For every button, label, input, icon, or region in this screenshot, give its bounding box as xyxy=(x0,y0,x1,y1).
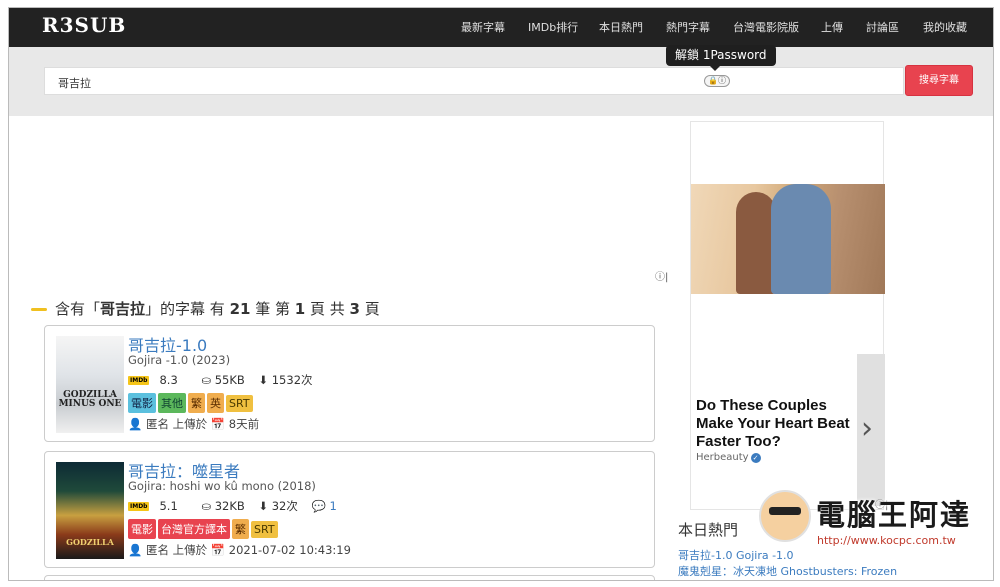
movie-poster[interactable]: GODZILLA MINUS ONE xyxy=(56,336,124,433)
nav-imdb-ranking[interactable]: IMDb排行 xyxy=(528,19,578,35)
subtitle-result-card: GODZILLA 哥吉拉：噬星者 Gojira: hoshi wo kû mon… xyxy=(44,451,655,568)
ad-headline[interactable]: Do These Couples Make Your Heart Beat Fa… xyxy=(696,397,856,451)
ad-choices-icon[interactable]: ⓘ| xyxy=(655,268,668,283)
heading-unit: 筆 第 xyxy=(250,300,295,318)
top-navbar: R3SUB 最新字幕 IMDb排行 本日熱門 熱門字幕 台灣電影院版 上傳 討論… xyxy=(9,8,993,47)
sidebar-ad[interactable]: Do These Couples Make Your Heart Beat Fa… xyxy=(690,121,885,510)
heading-suffix: 頁 xyxy=(359,300,380,318)
heading-accent-bar xyxy=(31,308,47,311)
tag-format[interactable]: SRT xyxy=(226,395,253,412)
verified-check-icon: ✓ xyxy=(750,453,761,463)
search-subtitles-button[interactable]: 搜尋字幕 xyxy=(905,65,973,96)
imdb-icon: IMDb xyxy=(128,376,150,385)
tag-lang-trad[interactable]: 繁 xyxy=(188,393,205,413)
tag-source[interactable]: 其他 xyxy=(158,393,186,413)
subtitle-tags: 電影 其他繁英 SRT xyxy=(128,392,255,413)
nav-popular-subtitles[interactable]: 熱門字幕 xyxy=(666,19,710,35)
ad-image[interactable] xyxy=(691,184,885,294)
nav-taiwan-cinema[interactable]: 台灣電影院版 xyxy=(733,19,799,35)
chevron-right-icon: › xyxy=(861,411,873,446)
heading-prefix: 含有「 xyxy=(55,300,101,318)
rating-value: 8.3 xyxy=(159,373,178,387)
nav-forum[interactable]: 討論區 xyxy=(866,19,899,35)
subtitle-meta: IMDb 8.3 ⛀ 55KB ⬇ 1532次 xyxy=(128,372,323,388)
tag-source[interactable]: 台灣官方譯本 xyxy=(158,519,230,539)
heading-page: 1 xyxy=(294,300,306,318)
site-logo[interactable]: R3SUB xyxy=(42,13,126,37)
subtitle-tags: 電影 台灣官方譯本繁 SRT xyxy=(128,518,280,539)
rating-value: 5.1 xyxy=(159,499,178,513)
ad-next-button[interactable]: › xyxy=(857,354,885,506)
nav-my-favorites[interactable]: 我的收藏 xyxy=(923,19,967,35)
password-manager-icon[interactable]: 🔒ⓘ xyxy=(704,75,730,87)
hot-item-link[interactable]: 魔鬼剋星：冰天凍地 Ghostbusters: Frozen xyxy=(678,563,897,579)
movie-poster[interactable]: GODZILLA xyxy=(56,462,124,559)
heading-count: 21 xyxy=(229,300,251,318)
file-size: ⛀ 32KB xyxy=(201,499,245,513)
nav-today-hot[interactable]: 本日熱門 xyxy=(599,19,643,35)
tag-type[interactable]: 電影 xyxy=(128,519,156,539)
nav-latest-subtitles[interactable]: 最新字幕 xyxy=(461,19,505,35)
download-count: ⬇ 32次 xyxy=(258,499,298,513)
original-title: Gojira -1.0 (2023) xyxy=(128,353,231,367)
tag-format[interactable]: SRT xyxy=(251,521,278,538)
search-input[interactable]: 哥吉拉 xyxy=(44,67,904,95)
heading-total-pages: 3 xyxy=(349,300,360,318)
subtitle-result-card: GODZILLA MINUS ONE 哥吉拉-1.0 Gojira -1.0 (… xyxy=(44,325,655,442)
today-hot-heading: 本日熱門 xyxy=(678,521,739,539)
upload-info: 👤 匿名 上傳於 📅 8天前 xyxy=(128,417,260,431)
ad-image-figure xyxy=(771,184,831,294)
tag-lang-en[interactable]: 英 xyxy=(207,393,224,413)
imdb-rating: IMDb 5.1 xyxy=(128,499,188,513)
heading-mid: 」的字幕 有 xyxy=(145,300,230,318)
tag-type[interactable]: 電影 xyxy=(128,393,156,413)
heading-page-sep: 頁 共 xyxy=(305,300,350,318)
heading-query: 哥吉拉 xyxy=(100,300,146,318)
upload-info: 👤 匿名 上傳於 📅 2021-07-02 10:43:19 xyxy=(128,543,351,557)
watermark-mascot-icon xyxy=(759,490,811,542)
nav-upload[interactable]: 上傳 xyxy=(821,19,843,35)
watermark-url: http://www.kocpc.com.tw xyxy=(817,534,956,547)
download-count: ⬇ 1532次 xyxy=(258,373,313,387)
ad-source-name: Herbeauty xyxy=(696,452,749,463)
watermark-text: 電腦王阿達 xyxy=(816,498,972,532)
password-manager-tooltip: 解鎖 1Password xyxy=(666,45,776,71)
browser-viewport: R3SUB 最新字幕 IMDb排行 本日熱門 熱門字幕 台灣電影院版 上傳 討論… xyxy=(8,7,994,581)
ad-source: Herbeauty ✓ xyxy=(696,452,761,463)
search-section: 哥吉拉 🔒ⓘ 搜尋字幕 xyxy=(9,47,993,116)
imdb-icon: IMDb xyxy=(128,502,150,511)
comment-count[interactable]: 💬 1 xyxy=(312,499,337,513)
tag-lang-trad[interactable]: 繁 xyxy=(232,519,249,539)
results-heading: 含有「哥吉拉」的字幕 有 21 筆 第 1 頁 共 3 頁 xyxy=(31,298,380,319)
ad-image-figure xyxy=(736,192,776,294)
subtitle-meta: IMDb 5.1 ⛀ 32KB ⬇ 32次 💬 1 xyxy=(128,498,347,514)
poster-title: GODZILLA MINUS ONE xyxy=(58,390,122,409)
original-title: Gojira: hoshi wo kû mono (2018) xyxy=(128,479,316,493)
imdb-rating: IMDb 8.3 xyxy=(128,373,188,387)
file-size: ⛀ 55KB xyxy=(201,373,245,387)
watermark: 電腦王阿達 http://www.kocpc.com.tw xyxy=(759,486,993,556)
poster-title: GODZILLA xyxy=(66,537,114,547)
subtitle-result-card xyxy=(44,575,655,580)
